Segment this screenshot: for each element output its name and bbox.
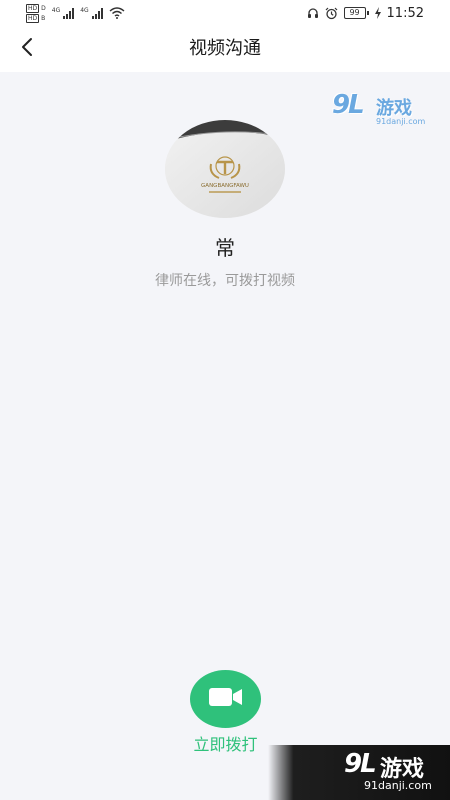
watermark-url: 91danji.com xyxy=(376,117,426,126)
signal-icon: 4G xyxy=(80,7,103,19)
status-time: 11:52 xyxy=(386,5,424,21)
page-title: 视频沟通 xyxy=(189,38,261,59)
signal-icon: 4G xyxy=(51,7,75,19)
battery-level: 99 xyxy=(343,7,366,19)
nav-header: 视频沟通 xyxy=(0,26,450,72)
video-camera-icon xyxy=(208,686,243,712)
hd-bottom-number: B xyxy=(41,14,46,22)
lawyer-name: 常 xyxy=(215,236,235,260)
status-left-group: HD D HD B 4G 4G xyxy=(26,3,125,23)
video-call-screen: HD D HD B 4G 4G 99 11:52 视频沟通 9L 游戏 91da… xyxy=(0,0,450,800)
hd-badge: HD xyxy=(26,13,40,23)
alarm-icon xyxy=(325,7,338,20)
wifi-icon xyxy=(109,7,125,19)
avatar-logo-text: GANGBANGFAWU xyxy=(201,183,249,189)
hd-top-number: D xyxy=(41,4,46,12)
watermark-logo-mark: 9L xyxy=(344,749,377,779)
lawyer-avatar: GANGBANGFAWU xyxy=(165,120,285,218)
hd-indicator: HD D HD B xyxy=(26,3,46,23)
back-button[interactable] xyxy=(10,32,44,66)
video-call-button[interactable] xyxy=(190,670,261,728)
status-right-group: 99 11:52 xyxy=(307,4,424,22)
lawyer-status: 律师在线，可拨打视频 xyxy=(155,273,295,289)
headset-icon xyxy=(307,7,319,19)
watermark-logo: 9L 游戏 91danji.com xyxy=(332,90,428,130)
network-type-label: 4G xyxy=(80,7,89,14)
watermark-url: 91danji.com xyxy=(364,779,432,792)
call-now-label[interactable]: 立即拨打 xyxy=(175,731,276,755)
watermark-banner: 9L 游戏 91danji.com xyxy=(268,745,450,800)
watermark-logo-mark: 9L xyxy=(332,90,365,120)
network-type-label: 4G xyxy=(51,7,61,14)
hd-badge: HD xyxy=(26,3,40,13)
battery-icon: 99 xyxy=(343,7,369,19)
charging-icon xyxy=(374,7,381,19)
chevron-left-icon xyxy=(20,37,34,61)
status-bar: HD D HD B 4G 4G 99 11:52 xyxy=(0,0,450,26)
